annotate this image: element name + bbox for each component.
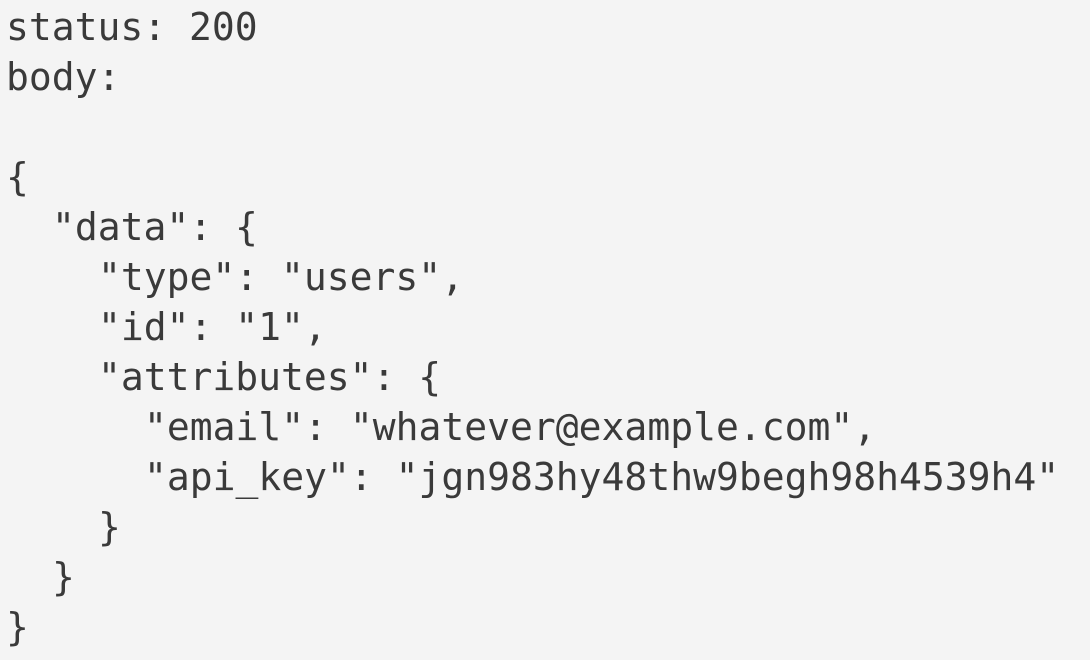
json-line: }: [6, 605, 29, 649]
json-line: {: [6, 155, 29, 199]
status-line: status: 200: [6, 5, 258, 49]
json-line: "api_key": "jgn983hy48thw9begh98h4539h4": [144, 455, 1060, 499]
json-line: "id": "1",: [98, 305, 327, 349]
json-line: "attributes": {: [98, 355, 442, 399]
json-line: }: [52, 555, 75, 599]
json-line: "email": "whatever@example.com",: [144, 405, 877, 449]
json-line: }: [98, 505, 121, 549]
body-label: body:: [6, 55, 121, 99]
json-line: "data": {: [52, 205, 258, 249]
code-block: status: 200 body: { "data": { "type": "u…: [0, 0, 1090, 660]
json-line: "type": "users",: [98, 255, 465, 299]
